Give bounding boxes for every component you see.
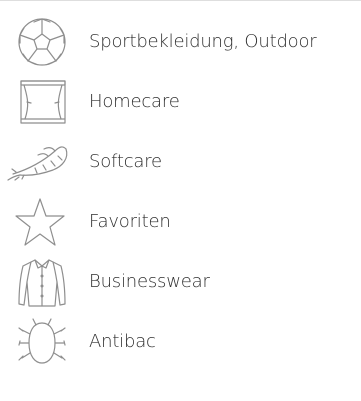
- top-divider: [0, 0, 361, 1]
- program-item-businesswear[interactable]: Businesswear: [0, 252, 361, 312]
- soccer-ball-icon: [0, 12, 72, 72]
- program-label: Favoriten: [89, 211, 171, 232]
- program-item-homecare[interactable]: Homecare: [0, 72, 361, 132]
- program-item-sportbekleidung-outdoor[interactable]: Sportbekleidung, Outdoor: [0, 12, 361, 72]
- shirt-icon: [0, 252, 72, 312]
- curtain-window-icon: [0, 72, 72, 132]
- bug-icon: [0, 312, 72, 372]
- program-label: Homecare: [89, 91, 180, 112]
- program-item-softcare[interactable]: Softcare: [0, 132, 361, 192]
- program-label: Businesswear: [89, 271, 210, 292]
- program-label: Softcare: [89, 151, 162, 172]
- feather-icon: [0, 132, 72, 192]
- program-item-favoriten[interactable]: Favoriten: [0, 192, 361, 252]
- program-label: Sportbekleidung, Outdoor: [89, 31, 317, 52]
- program-label: Antibac: [89, 331, 156, 352]
- star-icon: [0, 192, 72, 252]
- program-item-antibac[interactable]: Antibac: [0, 312, 361, 372]
